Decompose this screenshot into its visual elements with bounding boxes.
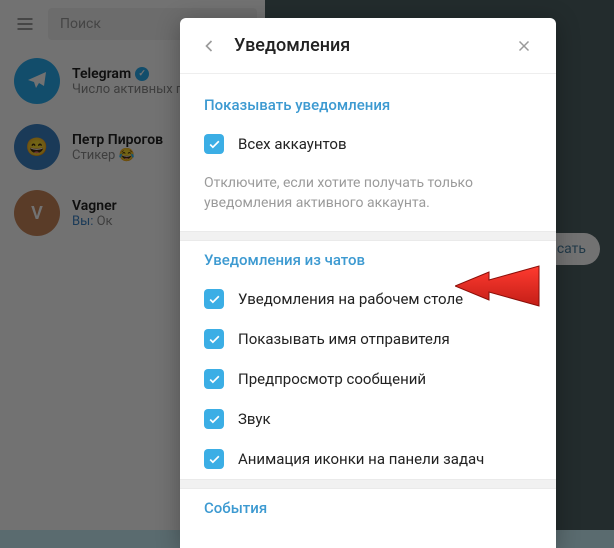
section-title-show: Показывать уведомления <box>180 86 556 124</box>
setting-label: Предпросмотр сообщений <box>238 370 426 388</box>
checkbox-icon <box>204 449 224 469</box>
divider <box>180 479 556 489</box>
modal-title: Уведомления <box>234 35 510 56</box>
setting-label: Показывать имя отправителя <box>238 330 450 348</box>
settings-modal: Уведомления Показывать уведомления Всех … <box>180 18 556 548</box>
setting-sound[interactable]: Звук <box>180 399 556 439</box>
checkbox-icon <box>204 369 224 389</box>
hint-text: Отключите, если хотите получать только у… <box>180 164 556 231</box>
close-button[interactable] <box>510 32 538 60</box>
section-title-events: События <box>180 489 556 527</box>
checkbox-icon <box>204 134 224 154</box>
modal-header: Уведомления <box>180 18 556 74</box>
modal-body: Показывать уведомления Всех аккаунтов От… <box>180 74 556 548</box>
setting-taskbar-animation[interactable]: Анимация иконки на панели задач <box>180 439 556 479</box>
setting-label: Уведомления на рабочем столе <box>238 290 463 308</box>
checkbox-icon <box>204 329 224 349</box>
checkbox-icon <box>204 409 224 429</box>
setting-message-preview[interactable]: Предпросмотр сообщений <box>180 359 556 399</box>
setting-label: Звук <box>238 410 271 428</box>
setting-label: Анимация иконки на панели задач <box>238 450 484 468</box>
setting-desktop-notifications[interactable]: Уведомления на рабочем столе <box>180 279 556 319</box>
setting-all-accounts[interactable]: Всех аккаунтов <box>180 124 556 164</box>
back-button[interactable] <box>194 31 224 61</box>
divider <box>180 231 556 241</box>
setting-show-sender-name[interactable]: Показывать имя отправителя <box>180 319 556 359</box>
section-title-chats: Уведомления из чатов <box>180 241 556 279</box>
setting-label: Всех аккаунтов <box>238 135 347 153</box>
checkbox-icon <box>204 289 224 309</box>
